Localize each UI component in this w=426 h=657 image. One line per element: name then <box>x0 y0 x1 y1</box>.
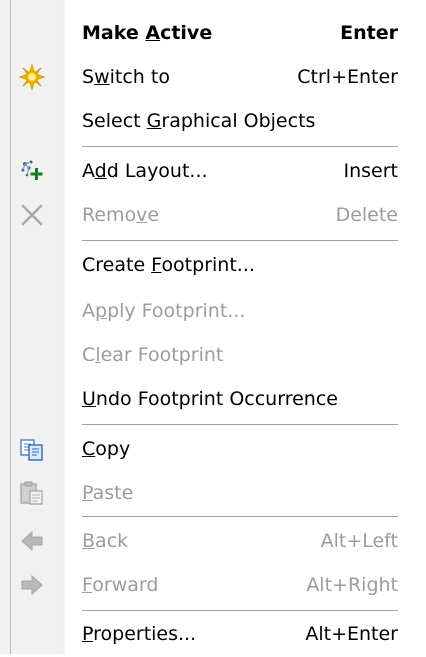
remove-x-icon <box>18 201 46 229</box>
menu-item-shortcut: Alt+Enter <box>305 623 398 645</box>
menu-item-apply-footprint[interactable]: Apply Footprint... <box>0 288 426 334</box>
menu-item-shortcut: Alt+Left <box>320 530 398 552</box>
forward-arrow-icon <box>18 571 46 599</box>
menu-item-copy[interactable]: Copy <box>0 426 426 472</box>
menu-item-switch-to[interactable]: Switch to Ctrl+Enter <box>0 54 426 100</box>
sun-icon <box>18 63 46 91</box>
menu-item-label: Back <box>82 530 129 552</box>
menu-item-shortcut: Delete <box>335 204 398 226</box>
menu-item-label: Remove <box>82 204 160 226</box>
menu-item-shortcut: Ctrl+Enter <box>297 66 398 88</box>
menu-item-paste[interactable]: Paste <box>0 470 426 516</box>
menu-item-forward[interactable]: Forward Alt+Right <box>0 562 426 608</box>
menu-item-label: Forward <box>82 574 159 596</box>
menu-item-make-active[interactable]: Make Active Enter <box>0 10 426 56</box>
menu-item-clear-footprint[interactable]: Clear Footprint <box>0 332 426 378</box>
copy-icon <box>18 435 46 463</box>
menu-item-label: Create Footprint... <box>82 254 255 276</box>
back-arrow-icon <box>18 527 46 555</box>
add-layout-icon <box>18 157 46 185</box>
menu-item-properties[interactable]: Properties... Alt+Enter <box>0 611 426 657</box>
menu-item-shortcut: Alt+Right <box>306 574 398 596</box>
menu-item-label: Undo Footprint Occurrence <box>82 388 338 410</box>
menu-item-remove[interactable]: Remove Delete <box>0 192 426 238</box>
paste-icon <box>18 479 46 507</box>
menu-item-create-footprint[interactable]: Create Footprint... <box>0 242 426 288</box>
menu-item-add-layout[interactable]: Add Layout... Insert <box>0 148 426 194</box>
menu-item-label: Clear Footprint <box>82 344 224 366</box>
menu-item-label: Switch to <box>82 66 170 88</box>
menu-item-shortcut: Insert <box>343 160 399 182</box>
menu-item-undo-footprint-occurrence[interactable]: Undo Footprint Occurrence <box>0 376 426 422</box>
menu-item-label: Properties... <box>82 623 197 645</box>
menu-item-back[interactable]: Back Alt+Left <box>0 518 426 564</box>
menu-item-shortcut: Enter <box>340 22 398 44</box>
menu-item-label: Make Active <box>82 22 213 44</box>
menu-item-label: Add Layout... <box>82 160 208 182</box>
context-menu: Make Active Enter Switch to Ctrl+Enter S… <box>0 0 426 654</box>
menu-item-select-graphical-objects[interactable]: Select Graphical Objects <box>0 98 426 144</box>
menu-item-label: Paste <box>82 482 134 504</box>
menu-item-label: Select Graphical Objects <box>82 110 316 132</box>
menu-item-label: Apply Footprint... <box>82 300 246 322</box>
menu-item-label: Copy <box>82 438 131 460</box>
